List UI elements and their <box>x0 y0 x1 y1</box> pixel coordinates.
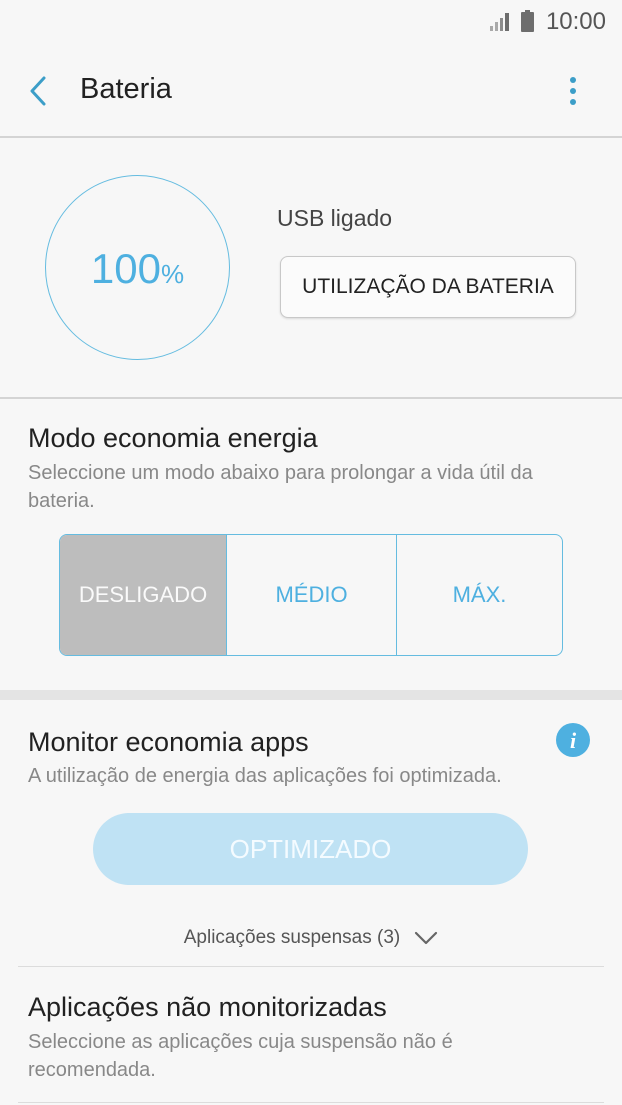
battery-screen: 10:00 Bateria 100% USB ligado UTILIZAÇÃO… <box>0 0 622 1105</box>
app-monitor-title: Monitor economia apps <box>28 727 309 757</box>
suspended-apps-label: Aplicações suspensas (3) <box>183 927 401 948</box>
page-title: Bateria <box>80 73 172 105</box>
battery-usage-button[interactable]: UTILIZAÇÃO DA BATERIA <box>280 256 576 318</box>
mode-option-off[interactable]: DESLIGADO <box>60 535 226 655</box>
battery-level: 100% <box>46 245 229 293</box>
status-bar: 10:00 <box>0 0 622 46</box>
header-divider <box>0 136 622 138</box>
app-monitor-description: A utilização de energia das aplicações f… <box>28 765 502 787</box>
battery-icon <box>521 10 534 32</box>
more-vertical-icon[interactable] <box>560 74 586 110</box>
charging-status: USB ligado <box>277 205 393 231</box>
power-saving-mode-selector: DESLIGADO MÉDIO MÁX. <box>59 534 563 656</box>
mode-option-max[interactable]: MÁX. <box>396 535 562 655</box>
svg-text:i: i <box>570 728 577 753</box>
power-saving-description: Seleccione um modo abaixo para prolongar… <box>28 462 533 512</box>
optimized-button[interactable]: OPTIMIZADO <box>93 813 528 885</box>
signal-icon <box>490 13 509 31</box>
info-icon[interactable]: i <box>555 722 591 758</box>
unmonitored-apps-description: Seleccione as aplicações cuja suspensão … <box>28 1031 453 1081</box>
section-divider <box>0 690 622 700</box>
mode-option-medium[interactable]: MÉDIO <box>226 535 396 655</box>
power-saving-title: Modo economia energia <box>28 423 318 453</box>
battery-divider <box>0 397 622 399</box>
status-time: 10:00 <box>545 8 606 35</box>
back-icon[interactable] <box>24 74 52 108</box>
battery-level-value: 100 <box>90 245 161 292</box>
unmonitored-apps-title: Aplicações não monitorizadas <box>28 992 387 1022</box>
battery-level-unit: % <box>160 259 185 289</box>
battery-gauge: 100% <box>45 175 230 360</box>
bottom-divider <box>18 1102 604 1103</box>
monitor-divider <box>18 966 604 967</box>
app-bar: Bateria <box>0 46 622 136</box>
chevron-down-icon <box>415 931 438 945</box>
suspended-apps-toggle[interactable]: Aplicações suspensas (3) <box>0 918 622 958</box>
